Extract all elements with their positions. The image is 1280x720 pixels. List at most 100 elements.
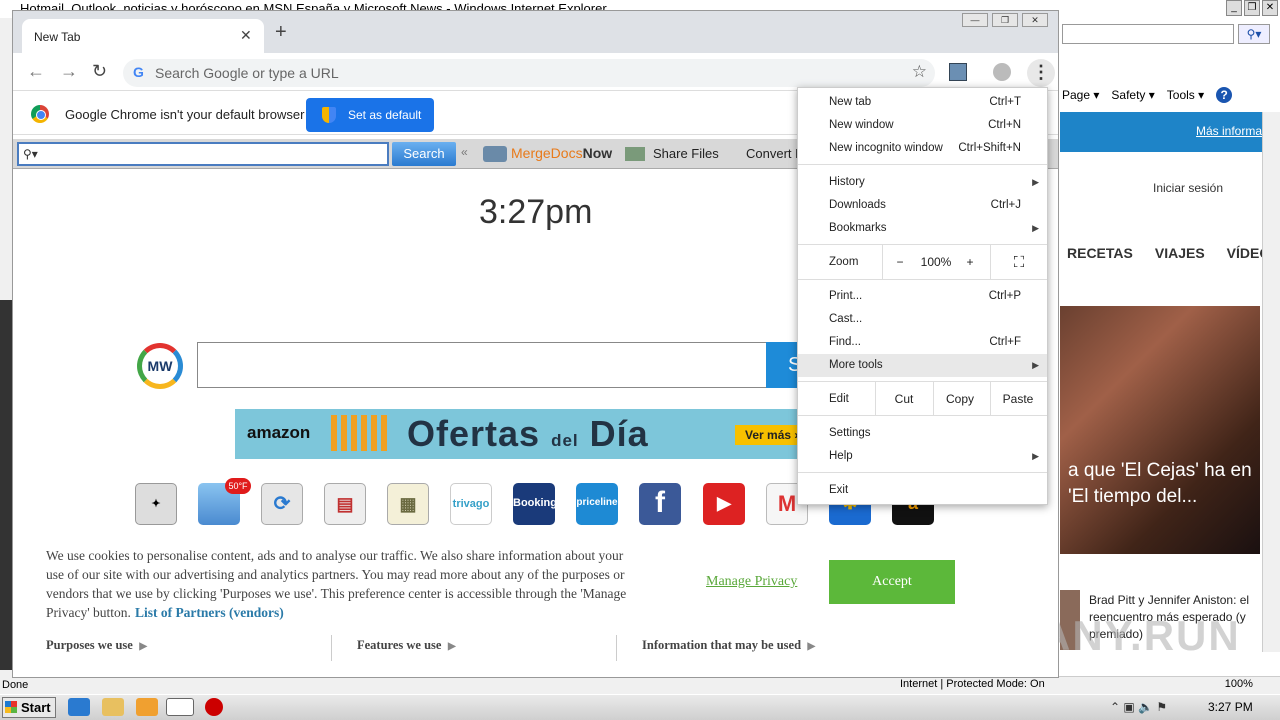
- menu-help[interactable]: Help ▶: [798, 445, 1047, 468]
- information-used-tab[interactable]: Information that may be used: [642, 638, 815, 653]
- mw-search-button[interactable]: Search: [392, 142, 456, 166]
- bookmark-star-icon[interactable]: ☆: [912, 62, 927, 82]
- menu-downloads[interactable]: Downloads Ctrl+J: [798, 194, 1047, 217]
- accept-cookies-button[interactable]: Accept: [829, 560, 955, 604]
- taskbar-chrome-icon[interactable]: [166, 698, 194, 716]
- menu-label: Exit: [829, 484, 849, 496]
- ie-search-box[interactable]: [1062, 24, 1234, 44]
- tile-booking[interactable]: Booking: [513, 483, 555, 525]
- ie-news-photo[interactable]: [1060, 306, 1260, 554]
- chrome-minimize-button[interactable]: —: [962, 13, 988, 27]
- menu-copy-button[interactable]: Copy: [938, 388, 982, 411]
- ie-login-link[interactable]: Iniciar sesión: [1153, 181, 1223, 195]
- tile-youtube-icon[interactable]: ▶: [703, 483, 745, 525]
- convert-files-link[interactable]: Convert F: [746, 146, 803, 161]
- tab-new-tab[interactable]: New Tab ✕: [22, 19, 264, 53]
- new-tab-plus-icon[interactable]: +: [275, 22, 287, 42]
- menu-new-window[interactable]: New window Ctrl+N: [798, 114, 1047, 137]
- ie-news-caption[interactable]: a que 'El Cejas' ha en 'El tiempo del...: [1068, 458, 1256, 510]
- zoom-out-button[interactable]: −: [890, 251, 910, 274]
- tab-close-icon[interactable]: ✕: [240, 27, 252, 44]
- ie-scrollbar[interactable]: [1262, 112, 1280, 652]
- reload-icon[interactable]: ↻: [92, 61, 107, 82]
- tile-notes-icon[interactable]: ▦: [387, 483, 429, 525]
- menu-separator: [990, 245, 991, 279]
- toolbar-chevron-icon[interactable]: «: [461, 145, 468, 159]
- menu-separator: [798, 472, 1047, 473]
- extension-icon[interactable]: [949, 63, 967, 81]
- menu-settings[interactable]: Settings: [798, 422, 1047, 445]
- menu-print[interactable]: Print... Ctrl+P: [798, 285, 1047, 308]
- taskbar-media-icon[interactable]: [136, 698, 158, 716]
- back-arrow-icon[interactable]: ←: [27, 61, 45, 82]
- ie-more-info-link[interactable]: Más informa: [1196, 124, 1262, 138]
- menu-separator: [798, 415, 1047, 416]
- tile-book-icon[interactable]: ▤: [324, 483, 366, 525]
- menu-exit[interactable]: Exit: [798, 479, 1047, 502]
- amazon-ofertas-banner[interactable]: amazon Ofertas del Día Ver más »: [235, 409, 815, 459]
- mw-search-input[interactable]: ⚲▾: [17, 142, 389, 166]
- search-dropdown-icon[interactable]: ⚲▾: [23, 147, 38, 161]
- chrome-tabstrip: New Tab ✕ + — ❐ ✕: [13, 11, 1058, 53]
- menu-cut-button[interactable]: Cut: [882, 388, 926, 411]
- menu-find[interactable]: Find... Ctrl+F: [798, 331, 1047, 354]
- share-files-link[interactable]: Share Files: [653, 146, 719, 161]
- menu-new-tab[interactable]: New tab Ctrl+T: [798, 91, 1047, 114]
- menu-cast[interactable]: Cast...: [798, 308, 1047, 331]
- ie-nav-viajes[interactable]: VIAJES: [1155, 245, 1205, 261]
- ie-minimize-button[interactable]: _: [1226, 0, 1242, 16]
- zoom-level: 100%: [920, 255, 952, 269]
- tray-icons[interactable]: ⌃ ▣ 🔈 ⚑: [1110, 700, 1167, 714]
- set-as-default-button[interactable]: Set as default: [306, 98, 434, 132]
- chrome-main-menu: New tab Ctrl+T New window Ctrl+N New incog…: [797, 87, 1048, 505]
- profile-avatar-icon[interactable]: [993, 63, 1011, 81]
- list-of-partners-link[interactable]: List of Partners (vendors): [135, 605, 284, 620]
- tray-clock[interactable]: 3:27 PM: [1208, 700, 1253, 714]
- forward-arrow-icon[interactable]: →: [60, 61, 78, 82]
- menu-new-incognito-window[interactable]: New incognito window Ctrl+Shift+N: [798, 137, 1047, 160]
- manage-privacy-link[interactable]: Manage Privacy: [706, 574, 797, 590]
- ie-restore-button[interactable]: ❐: [1244, 0, 1260, 16]
- menu-paste-button[interactable]: Paste: [996, 388, 1040, 411]
- ie-nav-recetas[interactable]: RECETAS: [1067, 245, 1133, 261]
- menu-history[interactable]: History ▶: [798, 171, 1047, 194]
- menu-separator: [933, 382, 934, 416]
- taskbar-ie-icon[interactable]: [68, 698, 90, 716]
- menu-shortcut: Ctrl+N: [988, 119, 1021, 131]
- tile-refresh-icon[interactable]: ⟳: [261, 483, 303, 525]
- newtab-clock: 3:27pm: [479, 193, 593, 231]
- menu-more-tools[interactable]: More tools ▶: [798, 354, 1047, 377]
- newtab-search-input[interactable]: [197, 342, 767, 388]
- menu-bookmarks[interactable]: Bookmarks ▶: [798, 217, 1047, 240]
- zoom-in-button[interactable]: +: [960, 251, 980, 274]
- ie-search-icon[interactable]: ⚲▾: [1238, 24, 1270, 44]
- ofertas-heading: Ofertas del Día: [407, 413, 649, 455]
- submenu-arrow-icon: ▶: [1032, 177, 1039, 187]
- tile-trivago[interactable]: trivago: [450, 483, 492, 525]
- chrome-menu-kebab-icon[interactable]: ⋮: [1027, 59, 1055, 87]
- tile-facebook-icon[interactable]: f: [639, 483, 681, 525]
- ie-command-bar: Page ▾ Safety ▾ Tools ▾ ?: [1062, 84, 1280, 106]
- ie-page-menu[interactable]: Page ▾: [1062, 88, 1099, 102]
- tile-puzzle-icon[interactable]: ✦: [135, 483, 177, 525]
- menu-label: Cast...: [829, 313, 863, 325]
- tile-priceline[interactable]: priceline: [576, 483, 618, 525]
- chrome-close-button[interactable]: ✕: [1022, 13, 1048, 27]
- menu-label: Help: [829, 450, 853, 462]
- omnibox[interactable]: G Search Google or type a URL ☆: [123, 59, 935, 87]
- features-we-use-tab[interactable]: Features we use: [357, 638, 456, 653]
- submenu-arrow-icon: ▶: [1032, 223, 1039, 233]
- taskbar-folder-icon[interactable]: [102, 698, 124, 716]
- menu-label: New window: [829, 119, 894, 131]
- ie-help-icon[interactable]: ?: [1216, 87, 1233, 103]
- purposes-we-use-tab[interactable]: Purposes we use: [46, 638, 147, 653]
- mergedocs-link[interactable]: MergeDocsNow: [511, 145, 612, 161]
- ie-safety-menu[interactable]: Safety ▾: [1111, 88, 1154, 102]
- ie-close-button[interactable]: ✕: [1262, 0, 1278, 16]
- chrome-restore-button[interactable]: ❐: [992, 13, 1018, 27]
- ie-zoom-level[interactable]: 100%: [1225, 678, 1253, 690]
- taskbar-stop-icon[interactable]: [205, 698, 223, 716]
- ie-tools-menu[interactable]: Tools ▾: [1167, 88, 1204, 102]
- ie-status-text: Done: [2, 679, 29, 691]
- fullscreen-icon[interactable]: ⛶: [1008, 251, 1030, 274]
